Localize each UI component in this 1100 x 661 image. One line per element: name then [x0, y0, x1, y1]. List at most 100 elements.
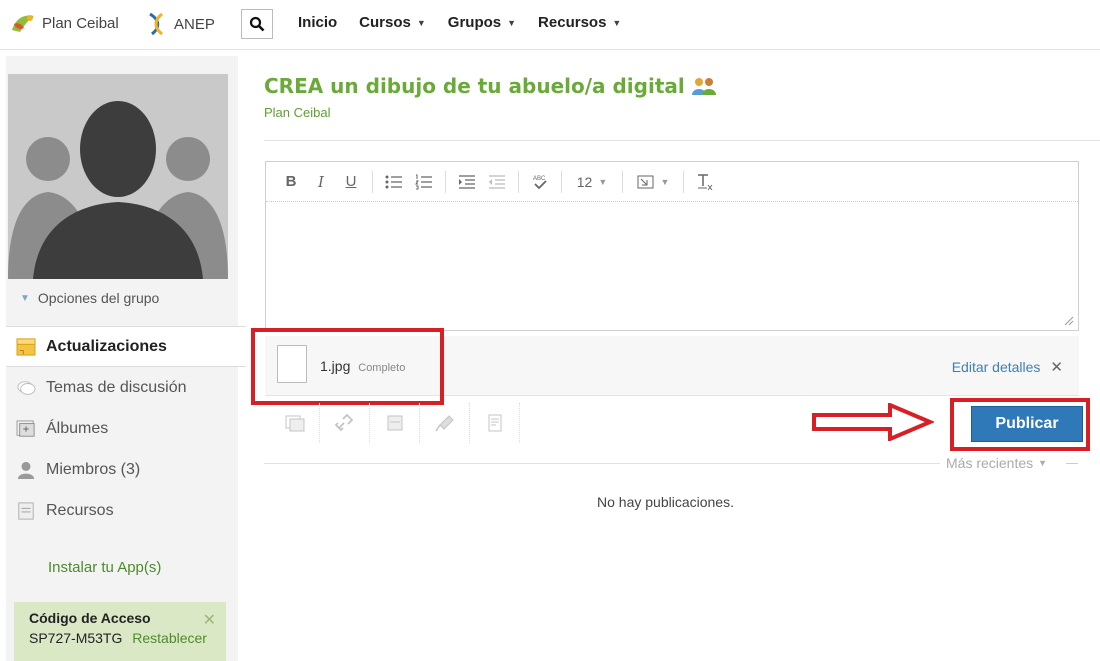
nav-grupos[interactable]: Grupos ▼ — [448, 14, 516, 31]
insert-box-icon — [637, 175, 654, 188]
document-icon — [488, 414, 501, 432]
group-people-icon — [691, 78, 716, 95]
font-size-value: 12 — [576, 173, 593, 190]
albums-icon — [16, 419, 35, 437]
sidebar-item-label: Álbumes — [46, 419, 109, 437]
bulleted-list-icon — [385, 175, 402, 188]
spellcheck-icon: ABC — [533, 176, 547, 189]
anep-logo[interactable]: ANEP — [146, 12, 215, 36]
page-subtitle[interactable]: Plan Ceibal — [264, 105, 331, 120]
numbered-list-icon — [415, 174, 432, 189]
edit-details-area: Editar detalles ✕ — [952, 358, 1063, 376]
access-code-title: Código de Acceso — [29, 610, 151, 626]
chevron-down-icon: ▼ — [20, 292, 30, 304]
chevron-down-icon: ▼ — [612, 17, 622, 28]
nav-cursos-label: Cursos — [359, 14, 411, 31]
group-options-toggle[interactable]: ▼ Opciones del grupo — [20, 290, 159, 306]
chevron-down-icon: ▼ — [1038, 458, 1048, 468]
nav-recursos[interactable]: Recursos ▼ — [538, 14, 621, 31]
spellcheck-button[interactable]: ABC — [529, 170, 551, 194]
anep-logo-icon — [149, 12, 163, 36]
search-icon — [249, 16, 265, 32]
clear-format-icon — [698, 173, 713, 190]
plan-ceibal-logo[interactable]: Plan Ceibal — [10, 12, 119, 34]
sort-dropdown[interactable]: Más recientes ▼ — [946, 455, 1047, 471]
reset-code-link[interactable]: Restablecer — [132, 630, 207, 646]
publish-button[interactable]: Publicar — [971, 406, 1083, 442]
indent-button[interactable] — [456, 170, 478, 194]
outdent-button[interactable] — [486, 170, 508, 194]
nav-inicio[interactable]: Inicio — [298, 14, 337, 31]
toolbar-separator — [622, 170, 623, 193]
numbered-list-button[interactable] — [413, 170, 435, 194]
access-code-box: Código de Acceso ✕ SP727-M53TG Restablec… — [14, 602, 226, 661]
file-tray-icon — [387, 415, 402, 431]
nav-inicio-label: Inicio — [298, 14, 338, 31]
clear-format-button[interactable] — [694, 170, 716, 194]
insert-menu-button[interactable]: ▼ — [633, 170, 673, 194]
sidebar-item-albumes[interactable]: Álbumes — [6, 408, 238, 449]
search-button[interactable] — [241, 9, 273, 39]
nav-cursos[interactable]: Cursos ▼ — [359, 14, 426, 31]
highlight-box-attachment — [251, 328, 444, 405]
toolbar-separator — [561, 170, 562, 193]
main-nav: Inicio Cursos ▼ Grupos ▼ Recursos ▼ — [298, 14, 621, 31]
editor-toolbar: B I U ABC 12 ▼ ▼ — [266, 162, 1078, 202]
access-code-value: SP727-M53TG — [29, 630, 123, 646]
attach-audio-button[interactable] — [420, 403, 470, 443]
chevron-down-icon: ▼ — [660, 176, 670, 187]
install-app-link[interactable]: Instalar tu App(s) — [48, 559, 161, 576]
group-avatar — [8, 74, 228, 279]
divider — [264, 463, 940, 464]
post-editor[interactable]: B I U ABC 12 ▼ ▼ — [265, 161, 1079, 331]
indent-icon — [459, 174, 475, 189]
close-icon[interactable]: ✕ — [203, 610, 216, 630]
empty-feed-message: No hay publicaciones. — [597, 494, 734, 510]
toolbar-separator — [683, 170, 684, 193]
edit-details-link[interactable]: Editar detalles — [952, 359, 1041, 375]
page-title: CREA un dibujo de tu abuelo/a digital — [264, 74, 717, 98]
resize-handle-icon[interactable] — [1064, 316, 1074, 326]
sidebar: ▼ Opciones del grupo Actualizaciones Tem… — [6, 56, 246, 661]
nav-grupos-label: Grupos — [447, 14, 502, 31]
toolbar-separator — [445, 170, 446, 193]
toolbar-separator — [372, 170, 373, 193]
sort-label: Más recientes — [946, 455, 1034, 471]
anep-text: ANEP — [174, 15, 215, 33]
bold-button[interactable]: B — [280, 170, 302, 194]
attach-file-button[interactable] — [370, 403, 420, 443]
sidebar-item-actualizaciones[interactable]: Actualizaciones — [6, 326, 246, 367]
red-arrow-icon — [812, 403, 934, 441]
image-icon — [285, 415, 304, 432]
sidebar-item-miembros[interactable]: Miembros (3) — [6, 449, 238, 490]
attach-link-button[interactable] — [320, 403, 370, 443]
sidebar-item-temas[interactable]: Temas de discusión — [6, 367, 238, 408]
font-size-select[interactable]: 12 ▼ — [572, 170, 612, 194]
post-actions — [270, 403, 520, 443]
access-code-row: SP727-M53TG Restablecer — [29, 630, 226, 646]
italic-button[interactable]: I — [310, 170, 332, 194]
attach-image-button[interactable] — [270, 403, 320, 443]
chevron-down-icon: ▼ — [416, 17, 426, 28]
close-icon[interactable]: ✕ — [1050, 358, 1063, 376]
nav-recursos-label: Recursos — [538, 14, 607, 31]
attach-document-button[interactable] — [470, 403, 520, 443]
outdent-icon — [489, 174, 505, 189]
toolbar-separator — [518, 170, 519, 193]
underline-button[interactable]: U — [340, 170, 362, 194]
group-options-label: Opciones del grupo — [37, 290, 160, 306]
group-title-text: CREA un dibujo de tu abuelo/a digital — [264, 74, 685, 98]
sidebar-item-label: Miembros (3) — [46, 460, 141, 478]
plan-ceibal-text: Plan Ceibal — [42, 14, 119, 32]
discussion-icon — [17, 380, 36, 395]
members-icon — [17, 461, 35, 479]
sidebar-item-label: Actualizaciones — [46, 337, 167, 355]
chevron-down-icon: ▼ — [598, 176, 608, 187]
sidebar-item-label: Temas de discusión — [46, 378, 187, 396]
updates-icon — [16, 337, 36, 356]
bulleted-list-button[interactable] — [383, 170, 405, 194]
microphone-icon — [434, 415, 454, 432]
chevron-down-icon: ▼ — [507, 17, 517, 28]
link-icon — [334, 414, 353, 432]
divider — [264, 140, 1100, 141]
